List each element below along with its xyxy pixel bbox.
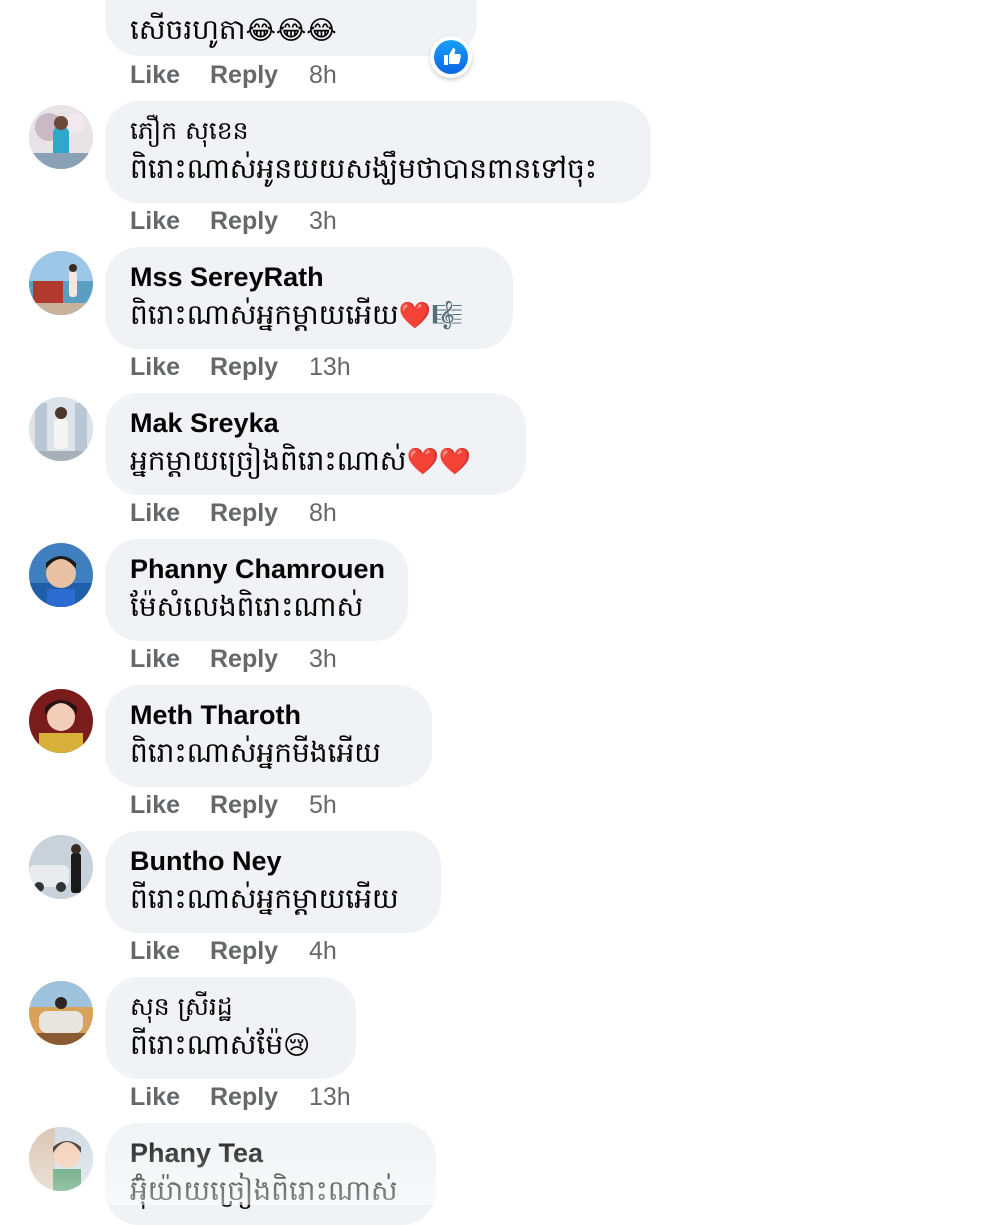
reply-button[interactable]: Reply (210, 790, 309, 820)
reply-button[interactable]: Reply (210, 498, 309, 528)
comment-text-khmer: ពិរោះណាស់អ្នកមីងអើយ (130, 736, 381, 769)
comment-author[interactable]: Mak Sreyka (130, 407, 501, 439)
comment-bubble: សើចរហូតា😂😂😂 (105, 0, 477, 56)
reply-button[interactable]: Reply (210, 352, 309, 382)
comment-actions: Like Reply 13h (130, 352, 351, 382)
like-button[interactable]: Like (130, 352, 210, 382)
comment-bubble: Phany Tea អ៊ុំយ៉ាយច្រៀងពិរោះណាស់ (105, 1123, 436, 1225)
reply-button[interactable]: Reply (210, 1082, 309, 1112)
avatar[interactable] (29, 251, 93, 315)
like-reaction-badge[interactable] (430, 36, 472, 78)
comment-actions: Like Reply 4h (130, 936, 337, 966)
reply-button[interactable]: Reply (210, 644, 309, 674)
like-button[interactable]: Like (130, 60, 210, 90)
comment-text-khmer: ពីរោះណាស់អ្នកម្តាយអើយ (130, 882, 399, 915)
comment-timestamp: 5h (309, 791, 337, 819)
comment-actions: Like Reply 3h (130, 206, 337, 236)
comment-timestamp: 3h (309, 207, 337, 235)
emoji-laughing: 😂😂😂 (245, 16, 337, 46)
like-button[interactable]: Like (130, 644, 210, 674)
like-button[interactable]: Like (130, 790, 210, 820)
comment-text: ពិរោះណាស់អ្នកម្តាយអើយ❤️🎼 (130, 295, 488, 336)
like-button[interactable]: Like (130, 936, 210, 966)
comment-text-khmer: សើចរហូតា (130, 13, 246, 46)
reply-button[interactable]: Reply (210, 206, 309, 236)
comment-text-khmer: ពិរោះណាស់អូនយយសង្ឃឹមថាបានពានទៅចុះ (130, 152, 598, 185)
comment-text-khmer: ពីរោះណាស់ម៉ែ (130, 1028, 284, 1061)
comment-text-khmer: អ្នកម្តាយច្រៀងពិរោះណាស់ (130, 444, 407, 477)
comment-actions: Like Reply 8h (130, 60, 337, 90)
avatar[interactable] (29, 981, 93, 1045)
comment-actions: Like Reply 5h (130, 790, 337, 820)
comment-text: ពិរោះណាស់អូនយយសង្ឃឹមថាបានពានទៅចុះ (130, 149, 626, 189)
comment-text: អ៊ុំយ៉ាយច្រៀងពិរោះណាស់ (130, 1171, 411, 1211)
emoji-heart-music: ❤️🎼 (398, 301, 464, 331)
comment-text-khmer: អ៊ុំយ៉ាយច្រៀងពិរោះណាស់ (130, 1174, 398, 1207)
comment-author[interactable]: Buntho Ney (130, 845, 416, 877)
comment-text: ពីរោះណាស់អ្នកម្តាយអើយ (130, 879, 416, 919)
comment-bubble: Meth Tharoth ពិរោះណាស់អ្នកមីងអើយ (105, 685, 432, 787)
comment-author[interactable]: Mss SereyRath (130, 261, 488, 293)
avatar[interactable] (29, 105, 93, 169)
comment-text-khmer: ពិរោះណាស់អ្នកម្តាយអើយ (130, 298, 399, 331)
like-button[interactable]: Like (130, 206, 210, 236)
comment-text: ពីរោះណាស់ម៉ែ😢 (130, 1025, 331, 1066)
emoji-hearts: ❤️❤️ (406, 447, 472, 477)
comment-bubble: Mak Sreyka អ្នកម្តាយច្រៀងពិរោះណាស់❤️❤️ (105, 393, 526, 495)
emoji-crying: 😢 (283, 1031, 311, 1061)
comment-author[interactable]: សុន ស្រីរដ្ឋ (130, 991, 331, 1023)
comment-bubble: Phanny Chamrouen ម៉ែសំលេងពិរោះណាស់ (105, 539, 408, 641)
comment-bubble: សុន ស្រីរដ្ឋ ពីរោះណាស់ម៉ែ😢 (105, 977, 356, 1079)
comment-text: ពិរោះណាស់អ្នកមីងអើយ (130, 733, 407, 773)
comment-author[interactable]: Meth Tharoth (130, 699, 407, 731)
reply-button[interactable]: Reply (210, 60, 309, 90)
avatar[interactable] (29, 1127, 93, 1191)
comment-text: អ្នកម្តាយច្រៀងពិរោះណាស់❤️❤️ (130, 441, 501, 482)
avatar[interactable] (29, 835, 93, 899)
avatar[interactable] (29, 543, 93, 607)
like-thumb-icon (434, 40, 468, 74)
comment-text-khmer: ម៉ែសំលេងពិរោះណាស់ (130, 590, 364, 623)
like-button[interactable]: Like (130, 1082, 210, 1112)
comment-timestamp: 13h (309, 1083, 351, 1111)
avatar[interactable] (29, 689, 93, 753)
comment-timestamp: 3h (309, 645, 337, 673)
comment-timestamp: 4h (309, 937, 337, 965)
reply-button[interactable]: Reply (210, 936, 309, 966)
avatar[interactable] (29, 397, 93, 461)
comment-author[interactable]: ភឿក សុខេន (130, 115, 626, 147)
comment-actions: Like Reply 3h (130, 644, 337, 674)
comment-text: ម៉ែសំលេងពិរោះណាស់ (130, 587, 383, 627)
comment-actions: Like Reply 13h (130, 1082, 351, 1112)
comment-actions: Like Reply 8h (130, 498, 337, 528)
comment-timestamp: 13h (309, 353, 351, 381)
comment-bubble: Buntho Ney ពីរោះណាស់អ្នកម្តាយអើយ (105, 831, 441, 933)
comment-timestamp: 8h (309, 61, 337, 89)
comment-timestamp: 8h (309, 499, 337, 527)
like-button[interactable]: Like (130, 498, 210, 528)
comment-author[interactable]: Phanny Chamrouen (130, 553, 385, 585)
comment-bubble: Mss SereyRath ពិរោះណាស់អ្នកម្តាយអើយ❤️🎼 (105, 247, 513, 349)
comment-bubble: ភឿក សុខេន ពិរោះណាស់អូនយយសង្ឃឹមថាបានពានទៅ… (105, 101, 651, 203)
comment-author[interactable]: Phany Tea (130, 1137, 411, 1169)
comment-text: សើចរហូតា😂😂😂 (130, 10, 452, 51)
